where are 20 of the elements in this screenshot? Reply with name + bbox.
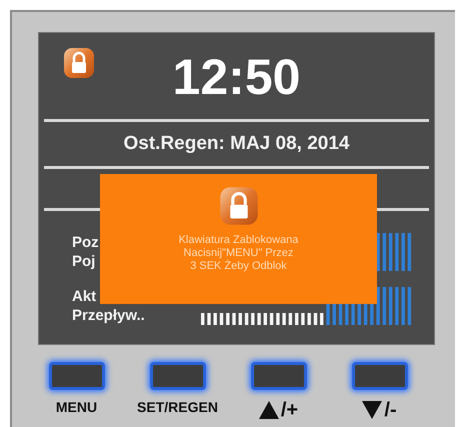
keypad-key[interactable]	[150, 362, 206, 390]
meter-label: Akt	[72, 287, 96, 306]
dialog-message-line: 3 SEK Żeby Odblok	[190, 260, 287, 273]
keypad-key[interactable]	[352, 362, 408, 390]
dialog-message-line: Nacisnij"MENU" Przez	[184, 247, 294, 260]
key-label: /-	[384, 400, 397, 420]
clock-time: 12:50	[172, 52, 300, 102]
key-label: MENU	[56, 400, 98, 414]
lock-icon	[218, 186, 258, 226]
meter-label: Poj	[72, 252, 96, 271]
down-triangle-icon	[362, 401, 382, 419]
up-triangle-icon	[258, 401, 279, 419]
dialog-message-line: Klawiatura Zablokowana	[178, 234, 298, 247]
keypad-key[interactable]	[250, 362, 306, 390]
last-regeneration-date: Ost.Regen: MAJ 08, 2014	[124, 132, 350, 156]
keypad-key[interactable]	[48, 362, 104, 390]
key-label: /+	[280, 400, 298, 420]
meter-label: Przepływ..	[72, 306, 145, 325]
meter-label: Poz	[72, 233, 99, 252]
key-label: SET/REGEN	[137, 400, 218, 414]
